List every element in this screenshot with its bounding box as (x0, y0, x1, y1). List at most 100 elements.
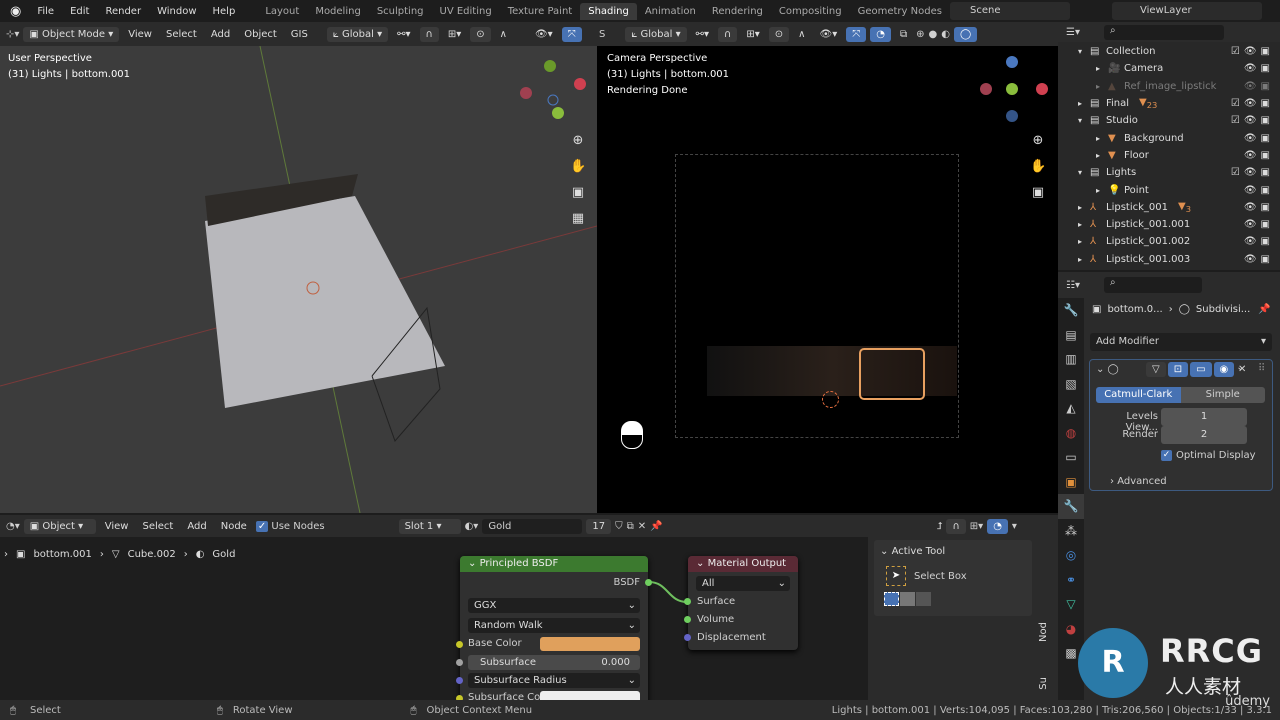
visibility-toggles[interactable]: 👁▣ (1244, 81, 1274, 92)
expand-arrow-icon[interactable]: ▸ (1078, 220, 1090, 229)
output-tab-icon[interactable]: ▥ (1058, 347, 1084, 372)
orientation-dropdown[interactable]: ⟀ Global ▾ (326, 26, 389, 42)
node-snap-target-icon[interactable]: ⊞▾ (970, 521, 983, 532)
outliner-editor-icon[interactable]: ☰▾ (1066, 27, 1080, 38)
viewport-left[interactable]: User Perspective (31) Lights | bottom.00… (0, 46, 597, 513)
node-menu-select[interactable]: Select (137, 521, 178, 532)
parent-node-icon[interactable]: ⮥ (937, 521, 943, 532)
falloff-icon-right[interactable]: ∧ (793, 29, 810, 40)
duplicate-material-icon[interactable]: ⧉ (627, 521, 634, 532)
node-editor-canvas[interactable]: › ▣ bottom.001 › ▽ Cube.002 › ◐ Gold ⌄ Principle… (0, 537, 1058, 700)
properties-search[interactable]: ⌕ (1103, 277, 1202, 293)
expand-arrow-icon[interactable]: ▸ (1078, 99, 1090, 108)
material-browse-icon[interactable]: ◐▾ (465, 521, 479, 532)
pan-hand-icon[interactable]: ✋ (570, 154, 586, 180)
navigation-gizmo-right[interactable] (977, 52, 1052, 127)
solid-shading-icon[interactable]: ● (928, 29, 937, 40)
snap-icon[interactable]: ∩ (419, 26, 439, 42)
workspace-tab-modeling[interactable]: Modeling (307, 3, 369, 20)
sidebar-tab-sun[interactable]: Su (1038, 677, 1054, 690)
outliner-item[interactable]: ▸ ⅄ Lipstick_001.002 👁▣ (1058, 233, 1280, 250)
outliner-item[interactable]: ▸ ⅄ Lipstick_001.001 👁▣ (1058, 216, 1280, 233)
workspace-tab-texture-paint[interactable]: Texture Paint (500, 3, 581, 20)
visibility-toggles[interactable]: 👁▣ (1244, 133, 1274, 144)
node-overlay-dropdown[interactable]: ▾ (1012, 521, 1017, 532)
visibility-toggles[interactable]: 👁▣ (1244, 254, 1274, 265)
distribution-dropdown[interactable]: GGX ⌄ (468, 598, 640, 613)
workspace-tab-shading[interactable]: Shading (580, 2, 637, 20)
workspace-tab-uv-editing[interactable]: UV Editing (432, 3, 500, 20)
wireframe-shading-icon[interactable]: ⊕ (916, 29, 924, 40)
outliner-item[interactable]: ▾ ▤ Collection ☑👁▣ (1058, 43, 1280, 60)
editor-type-icon[interactable]: ⊹▾ (6, 29, 19, 40)
outliner-item[interactable]: ▸ ▼ Background 👁▣ (1058, 129, 1280, 146)
material-users-count[interactable]: 17 (586, 518, 612, 534)
workspace-tab-animation[interactable]: Animation (637, 3, 704, 20)
displacement-socket[interactable] (684, 634, 691, 641)
vp-menu-view[interactable]: View (123, 29, 157, 40)
expand-arrow-icon[interactable]: ▾ (1078, 168, 1090, 177)
mode-dropdown[interactable]: ▣ Object Mode ▾ (23, 26, 120, 42)
grid-view-icon[interactable]: ▦ (570, 206, 586, 232)
principled-bsdf-node[interactable]: ⌄ Principled BSDF BSDF GGX ⌄ Random Walk ⌄… (456, 556, 652, 700)
levels-viewport-field[interactable]: 1 (1161, 408, 1247, 426)
material-name-field[interactable]: Gold (482, 518, 583, 534)
node-menu-view[interactable]: View (100, 521, 134, 532)
snap-target-icon-right[interactable]: ⊞▾ (741, 29, 764, 40)
subsurface-socket[interactable] (456, 659, 463, 666)
outliner-item[interactable]: ▸ ▲ Ref_image_lipstick 👁▣ (1058, 78, 1280, 95)
node-menu-add[interactable]: Add (182, 521, 211, 532)
pivot-icon-right[interactable]: ⚯▾ (691, 29, 714, 40)
physics-tab-icon[interactable]: ◎ (1058, 543, 1084, 568)
subsurface-radius-socket[interactable] (456, 677, 463, 684)
material-output-node[interactable]: ⌄ Material Output All ⌄ Surface Volume Di… (684, 556, 798, 650)
base-color-socket[interactable] (456, 641, 463, 648)
material-tab-icon[interactable]: ◕ (1058, 617, 1084, 642)
xray-icon[interactable]: ⧉ (895, 29, 912, 40)
expand-arrow-icon[interactable]: ▸ (1096, 186, 1108, 195)
outliner-item[interactable]: ▸ 💡 Point 👁▣ (1058, 181, 1280, 198)
fake-user-icon[interactable]: ⛉ (615, 521, 623, 532)
outliner-item[interactable]: ▸ ⅄ Lipstick_001 ▼3 👁▣ (1058, 199, 1280, 216)
expand-arrow-icon[interactable]: ▸ (1078, 203, 1090, 212)
constraints-tab-icon[interactable]: ⚭ (1058, 568, 1084, 593)
view-layer-tab-icon[interactable]: ▧ (1058, 372, 1084, 397)
shader-type-dropdown[interactable]: ▣ Object ▾ (23, 518, 96, 534)
proportional-icon-right[interactable]: ⊙ (768, 26, 790, 42)
node-overlay-icon[interactable]: ◔ (987, 518, 1008, 534)
sidebar-tab-node[interactable]: Nod (1038, 622, 1054, 642)
view-layer-selector[interactable]: ViewLayer (1112, 2, 1262, 20)
workspace-tab-rendering[interactable]: Rendering (704, 3, 771, 20)
outliner-item[interactable]: ▾ ▤ Studio ☑👁▣ (1058, 112, 1280, 129)
surface-socket[interactable] (684, 598, 691, 605)
bsdf-output-socket[interactable] (645, 579, 652, 586)
subsurface-color-swatch[interactable] (540, 691, 640, 700)
expand-arrow-icon[interactable]: ▸ (1096, 151, 1108, 160)
visibility-toggles[interactable]: ☑👁▣ (1231, 46, 1274, 57)
outliner-search[interactable]: ⌕ (1103, 24, 1224, 40)
visibility-toggles[interactable]: 👁▣ (1244, 219, 1274, 230)
visibility-toggles[interactable]: 👁▣ (1244, 63, 1274, 74)
render-display-icon[interactable]: ◉ (1213, 362, 1235, 377)
properties-editor-icon[interactable]: ☷▾ (1066, 280, 1080, 291)
snap-icon-right[interactable]: ∩ (718, 26, 738, 42)
menu-file[interactable]: File (37, 6, 54, 17)
snap-target-icon[interactable]: ⊞▾ (443, 29, 466, 40)
scene-tab-icon[interactable]: ◭ (1058, 396, 1084, 421)
editmode-icon[interactable]: ⊡ (1167, 362, 1189, 377)
vp-menu-select[interactable]: Select (161, 29, 202, 40)
vp-menu-object[interactable]: Object (239, 29, 282, 40)
render-tab-icon[interactable]: ▤ (1058, 323, 1084, 348)
use-nodes-checkbox[interactable]: ✓ Use Nodes (255, 520, 325, 532)
camera-view-icon[interactable]: ▣ (570, 180, 586, 206)
workspace-tab-geometry-nodes[interactable]: Geometry Nodes (850, 3, 950, 20)
edit-cage-icon[interactable]: ▽ (1146, 362, 1166, 377)
menu-render[interactable]: Render (105, 6, 141, 17)
outliner-item[interactable]: ▸ 🎥 Camera 👁▣ (1058, 60, 1280, 77)
subsurface-field[interactable]: Subsurface 0.000 (468, 655, 640, 670)
material-shading-icon[interactable]: ◐ (941, 29, 950, 40)
subtract-selection-icon[interactable] (916, 592, 931, 606)
gizmo-icon[interactable]: ⤧ (561, 26, 582, 42)
new-selection-icon[interactable] (884, 592, 899, 606)
node-editor-type-icon[interactable]: ◔▾ (6, 521, 20, 532)
